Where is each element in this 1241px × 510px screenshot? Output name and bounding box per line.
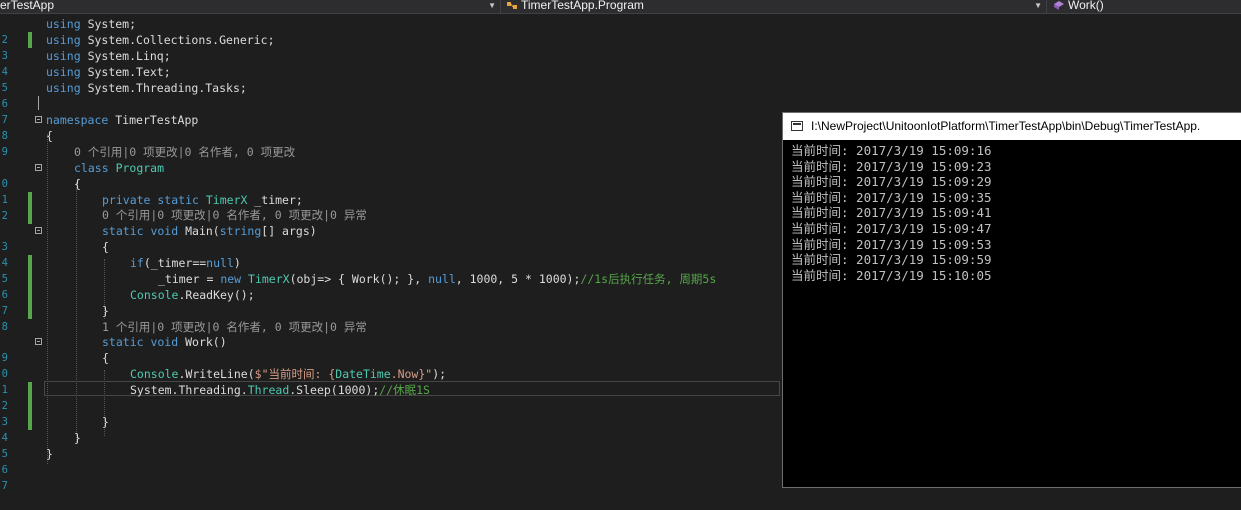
chevron-down-icon: ▼: [1034, 1, 1042, 10]
console-line: 当前时间: 2017/3/19 15:10:05: [791, 267, 992, 283]
code-line: 7 Console.ReadKey();: [1, 288, 255, 319]
console-icon: [791, 121, 803, 131]
code-line: 1 Console.WriteLine($"当前时间: {DateTime.No…: [1, 367, 447, 398]
code-line: 1 {: [1, 177, 81, 208]
code-line: 4 }: [1, 415, 109, 444]
codelens[interactable]: 1 个引用|0 项更改|0 名作者, 0 项更改|0 异常: [102, 320, 367, 334]
codelens[interactable]: 0 个引用|0 项更改|0 名作者, 0 项更改|0 异常: [102, 208, 367, 222]
console-line: 当前时间: 2017/3/19 15:09:29: [791, 174, 992, 190]
console-window[interactable]: I:\NewProject\UnitoonIotPlatform\TimerTe…: [782, 112, 1241, 488]
code-line: 8 namespace TimerTestApp: [1, 113, 199, 142]
console-title-bar[interactable]: I:\NewProject\UnitoonIotPlatform\TimerTe…: [783, 113, 1241, 140]
code-line: 7: [1, 480, 8, 492]
collapse-icon[interactable]: [35, 227, 42, 234]
code-line: 3: [0, 398, 780, 430]
console-line: 当前时间: 2017/3/19 15:09:59: [791, 252, 992, 268]
code-line: 4 using System.Linq;: [1, 49, 171, 78]
code-line: 2 private static TimerX _timer;: [1, 193, 303, 224]
code-line: 3 static void Main(string[] args): [1, 224, 317, 253]
code-line: 2 System.Threading.Thread.Sleep(1000);//…: [1, 383, 430, 414]
code-line: 0 class Program: [1, 161, 165, 190]
code-line: 4 {: [1, 240, 109, 271]
code-line: 6 using System.Threading.Tasks;: [1, 81, 247, 110]
code-line: 5 using System.Text;: [1, 65, 171, 94]
code-line: 6 _timer = new TimerX(obj=> { Work(); },…: [1, 272, 717, 303]
codelens[interactable]: 0 个引用|0 项更改|0 名作者, 0 项更改: [74, 145, 295, 159]
code-line: 6 }: [1, 447, 53, 476]
code-line: 9 static void Work(): [1, 335, 227, 364]
code-line: 8 }: [1, 304, 109, 333]
console-line: 当前时间: 2017/3/19 15:09:23: [791, 158, 992, 174]
collapse-icon[interactable]: [35, 338, 42, 345]
code-line: 5 if(_timer==null): [1, 256, 241, 287]
collapse-icon[interactable]: [35, 116, 42, 123]
class-name: TimerTestApp.Program: [521, 0, 644, 12]
console-line: 当前时间: 2017/3/19 15:09:41: [791, 205, 992, 221]
class-dropdown[interactable]: TimerTestApp.Program ▼: [506, 0, 1046, 13]
project-dropdown[interactable]: erTestApp ▼: [0, 0, 500, 13]
code-line: 7: [1, 114, 8, 126]
codelens-line: 0 个引用|0 项更改|0 名作者, 0 项更改|0 异常: [0, 207, 780, 223]
member-dropdown[interactable]: Work(): [1053, 0, 1241, 13]
console-title: I:\NewProject\UnitoonIotPlatform\TimerTe…: [811, 119, 1201, 133]
code-line: 9 {: [1, 129, 53, 158]
method-icon: [1054, 1, 1064, 10]
collapse-icon[interactable]: [35, 164, 42, 171]
code-line: 5 }: [1, 431, 81, 460]
class-icon: [507, 2, 517, 9]
member-name: Work(): [1068, 0, 1104, 12]
code-line: 3 using System.Collections.Generic;: [1, 33, 275, 62]
console-line: 当前时间: 2017/3/19 15:09:53: [791, 236, 992, 252]
project-name: erTestApp: [0, 0, 55, 12]
codelens-line: 0 个引用|0 项更改|0 名作者, 0 项更改: [0, 144, 780, 160]
console-output: 当前时间: 2017/3/19 15:09:16 当前时间: 2017/3/19…: [791, 143, 1241, 283]
code-editor[interactable]: 2 using System; 3 using System.Collectio…: [0, 14, 780, 492]
navigation-bar: erTestApp ▼ TimerTestApp.Program ▼ Work(…: [0, 0, 1241, 14]
console-line: 当前时间: 2017/3/19 15:09:16: [791, 143, 992, 158]
code-line: 0 {: [1, 351, 109, 380]
codelens-line: 1 个引用|0 项更改|0 名作者, 0 项更改|0 异常: [0, 319, 780, 335]
chevron-down-icon: ▼: [488, 1, 496, 10]
console-line: 当前时间: 2017/3/19 15:09:47: [791, 220, 992, 236]
code-line: 2 using System;: [1, 17, 137, 48]
console-line: 当前时间: 2017/3/19 15:09:35: [791, 189, 992, 205]
